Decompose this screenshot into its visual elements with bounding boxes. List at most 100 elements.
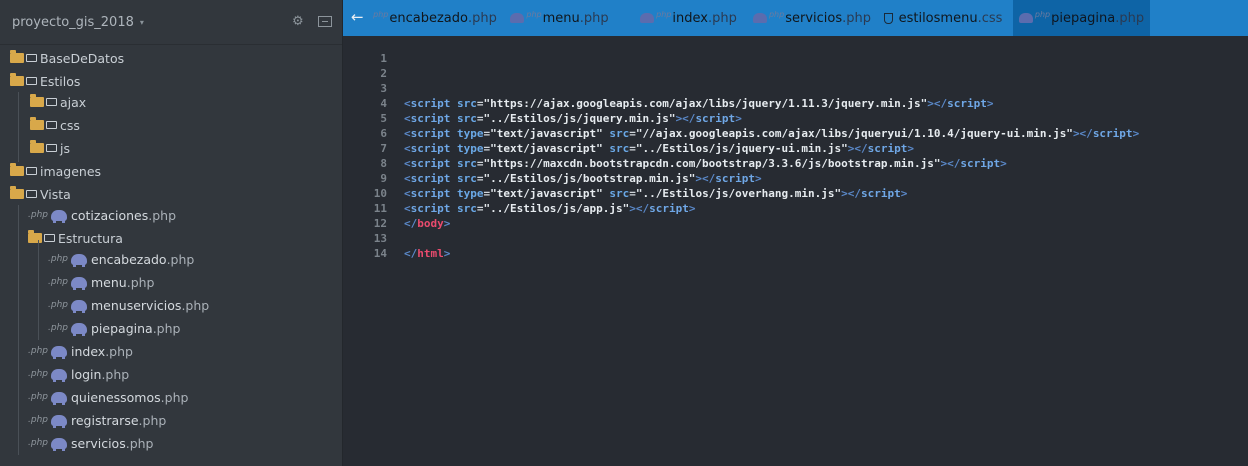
tree-file-index[interactable]: .php index .php [28, 340, 133, 362]
php-prefix-label: .php [48, 323, 68, 333]
code-token: src [457, 172, 477, 185]
tree-folder-estructura[interactable]: Estructura [28, 227, 123, 249]
tree-file-servicios[interactable]: .php servicios .php [28, 432, 153, 454]
code-token: script [947, 97, 987, 110]
code-token: ></ [847, 142, 868, 155]
tree-folder-basededatos[interactable]: BaseDeDatos [10, 47, 124, 69]
code-line[interactable]: <script src="https://maxcdn.bootstrapcdn… [404, 156, 1007, 171]
line-number: 11 [373, 202, 387, 215]
tree-folder-estilos[interactable]: Estilos [10, 70, 80, 92]
project-name[interactable]: proyecto_gis_2018 [12, 15, 134, 30]
folder-outline-icon [44, 234, 55, 242]
tree-folder-ajax[interactable]: ajax [30, 91, 86, 113]
tab-label: estilosmenu [898, 10, 978, 26]
tree-file-ext: .php [105, 343, 133, 359]
code-token: > [443, 217, 451, 230]
code-line[interactable]: <script src="../Estilos/js/jquery.min.js… [404, 111, 742, 126]
code-token: script [410, 187, 451, 200]
code-token: script [715, 172, 756, 185]
code-token: "../Estilos/js/overhang.min.js" [635, 187, 842, 200]
line-number: 14 [373, 247, 387, 260]
tree-file-cotizaciones[interactable]: .php cotizaciones .php [28, 204, 176, 226]
tab-ext: .php [579, 10, 609, 26]
code-token: </ [404, 217, 418, 230]
folder-open-icon [10, 73, 24, 86]
code-editor[interactable]: 1 2 3 4 5 6 7 8 9 10 11 12 13 14 <script src="https:/… [343, 36, 1248, 466]
php-elephant-icon [71, 253, 87, 267]
code-token: "text/javascript" [490, 187, 603, 200]
tree-file-name: piepagina [91, 320, 153, 336]
tree-folder-label: Estilos [40, 73, 81, 89]
tree-file-encabezado[interactable]: .php encabezado .php [48, 248, 194, 270]
code-token: src [457, 112, 477, 125]
tree-folder-imagenes[interactable]: imagenes [10, 160, 101, 182]
tab-bar: ← php encabezado .php php menu .php php index .p… [343, 0, 1248, 36]
code-token: > [443, 247, 451, 260]
code-token: script [410, 172, 451, 185]
code-token: = [629, 187, 636, 200]
chevron-down-icon[interactable]: ▾ [140, 18, 144, 27]
code-token: type [457, 187, 484, 200]
code-token: < [404, 142, 411, 155]
code-token: = [476, 112, 484, 125]
code-token: "//ajax.googleapis.com/ajax/libs/jqueryu… [635, 127, 1073, 140]
tree-file-login[interactable]: .php login .php [28, 363, 129, 385]
php-elephant-icon [71, 322, 87, 336]
tree-folder-label: BaseDeDatos [40, 50, 125, 66]
tree-file-registrarse[interactable]: .php registrarse .php [28, 409, 166, 431]
code-line[interactable]: </body> [404, 216, 450, 231]
tab-index[interactable]: php index .php [626, 0, 751, 36]
code-token: > [755, 172, 762, 185]
tab-ext: .css [977, 10, 1003, 26]
tree-file-quienessomos[interactable]: .php quienessomos .php [28, 386, 188, 408]
code-token: "text/javascript" [490, 127, 603, 140]
tree-file-piepagina[interactable]: .php piepagina .php [48, 317, 180, 339]
code-line[interactable]: <script src="https://ajax.googleapis.com… [404, 96, 993, 111]
tab-encabezado[interactable]: php encabezado .php [373, 0, 497, 36]
tree-folder-js[interactable]: js [30, 137, 70, 159]
code-line[interactable]: <script type="text/javascript" src="../E… [404, 141, 914, 156]
code-token: script [410, 112, 451, 125]
php-prefix-label: .php [48, 277, 68, 287]
tree-file-ext: .php [125, 435, 154, 451]
code-line[interactable]: <script type="text/javascript" src="//aj… [404, 126, 1139, 141]
tab-menu[interactable]: php menu .php [493, 0, 626, 36]
code-token: script [410, 142, 451, 155]
code-token: "../Estilos/js/jquery.min.js" [483, 112, 676, 125]
folder-outline-icon [46, 98, 57, 106]
tree-file-ext: .php [126, 274, 155, 290]
tab-estilosmenu[interactable]: estilosmenu .css [873, 0, 1013, 36]
tree-file-name: registrarse [71, 412, 139, 428]
tab-piepagina[interactable]: php piepagina .php [1013, 0, 1150, 36]
tree-folder-css[interactable]: css [30, 114, 80, 136]
tree-file-name: servicios [71, 435, 126, 451]
tree-file-menu[interactable]: .php menu .php [48, 271, 154, 293]
code-token: = [476, 202, 484, 215]
php-prefix-label: php [526, 9, 542, 19]
code-line[interactable]: </html> [404, 246, 450, 261]
tree-folder-label: ajax [60, 94, 87, 110]
code-token: > [1000, 157, 1007, 170]
tree-file-name: cotizaciones [71, 207, 149, 223]
code-token: src [457, 202, 477, 215]
line-number: 6 [380, 127, 387, 140]
tree-file-menuservicios[interactable]: .php menuservicios .php [48, 294, 209, 316]
tree-folder-vista[interactable]: Vista [10, 183, 71, 205]
code-token: > [907, 142, 915, 155]
tree-file-name: login [71, 366, 102, 382]
code-token: "https://ajax.googleapis.com/ajax/libs/j… [483, 97, 928, 110]
code-line[interactable]: <script src="../Estilos/js/app.js"></scr… [404, 201, 695, 216]
code-token: = [476, 157, 484, 170]
php-prefix-label: .php [48, 300, 68, 310]
php-prefix-label: php [768, 9, 785, 19]
php-elephant-icon [640, 13, 655, 23]
tab-servicios[interactable]: php servicios .php [751, 0, 873, 36]
project-header[interactable]: proyecto_gis_2018 ▾ ⚙ [0, 0, 342, 45]
back-arrow-icon[interactable]: ← [351, 8, 364, 26]
split-view-icon[interactable] [318, 16, 332, 27]
tab-label: encabezado [389, 10, 468, 26]
gear-icon[interactable]: ⚙ [292, 15, 306, 29]
code-line[interactable]: <script src="../Estilos/js/bootstrap.min… [404, 171, 762, 186]
code-line[interactable]: <script type="text/javascript" src="../E… [404, 186, 907, 201]
php-elephant-icon [1018, 13, 1033, 23]
